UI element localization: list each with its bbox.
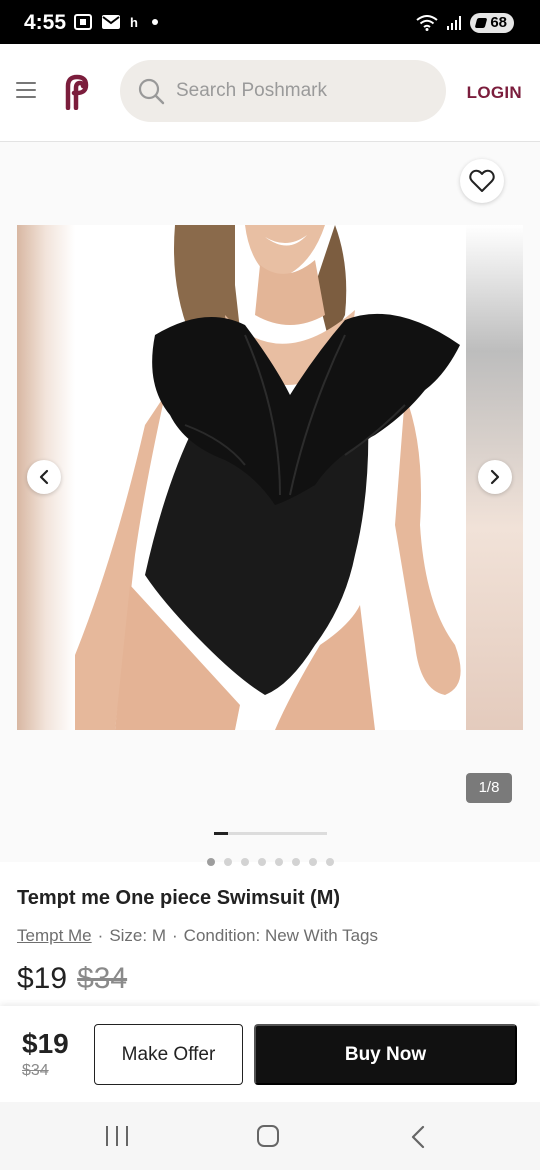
original-price: $34 <box>77 962 128 995</box>
meta-separator: · <box>172 926 178 945</box>
back-icon[interactable] <box>408 1124 428 1150</box>
condition-label: Condition: New With Tags <box>183 926 379 945</box>
status-icons-right: 68 <box>416 13 514 33</box>
image-pagination-dots <box>207 858 334 866</box>
image-gallery: 1/8 <box>0 142 540 862</box>
bottom-original-price: $34 <box>22 1062 49 1079</box>
home-icon[interactable] <box>257 1125 279 1147</box>
bottom-price: $19 <box>22 1028 69 1059</box>
poshmark-logo-icon[interactable] <box>60 74 94 110</box>
battery-indicator: 68 <box>470 13 514 33</box>
wifi-icon <box>416 15 438 31</box>
bottom-action-bar: $19 $34 Make Offer Buy Now <box>0 1006 540 1102</box>
heart-icon <box>469 169 495 192</box>
listing-meta: Tempt Me · Size: M · Condition: New With Tag… <box>17 926 378 946</box>
gallery-scroll-track[interactable] <box>214 832 327 835</box>
app-header: Search Poshmark LOGIN <box>0 44 540 142</box>
listing-title: Tempt me One piece Swimsuit (M) <box>17 887 341 909</box>
notification-h-icon: h <box>130 14 138 30</box>
like-button[interactable] <box>460 159 504 203</box>
screenshot-icon <box>74 14 92 30</box>
pagination-dot[interactable] <box>309 858 317 866</box>
status-time: 4:55 <box>24 11 67 34</box>
chevron-left-icon <box>39 469 49 485</box>
product-image[interactable] <box>75 225 466 730</box>
signal-icon <box>447 16 462 30</box>
current-price: $19 <box>17 962 68 995</box>
pagination-dot[interactable] <box>275 858 283 866</box>
login-link[interactable]: LOGIN <box>467 83 522 103</box>
chevron-right-icon <box>490 469 500 485</box>
status-icons-left: h <box>74 14 158 30</box>
next-image-button[interactable] <box>478 460 512 494</box>
status-bar: 4:55 h 68 <box>0 0 540 44</box>
pagination-dot[interactable] <box>207 858 215 866</box>
brand-link[interactable]: Tempt Me <box>17 926 92 945</box>
product-photo-illustration <box>75 225 466 730</box>
recent-apps-icon[interactable] <box>106 1126 128 1146</box>
notification-dot-icon <box>151 19 158 25</box>
gallery-scroll-thumb[interactable] <box>214 832 228 835</box>
previous-image-button[interactable] <box>27 460 61 494</box>
mail-icon <box>102 15 120 29</box>
pagination-dot[interactable] <box>241 858 249 866</box>
pagination-dot[interactable] <box>292 858 300 866</box>
search-input[interactable]: Search Poshmark <box>120 60 446 122</box>
pagination-dot[interactable] <box>258 858 266 866</box>
search-icon <box>138 78 165 105</box>
meta-separator: · <box>97 926 104 945</box>
listing-price: $19 $34 <box>17 962 127 996</box>
menu-icon[interactable] <box>16 82 36 98</box>
make-offer-button[interactable]: Make Offer <box>94 1024 243 1085</box>
pagination-dot[interactable] <box>224 858 232 866</box>
system-navigation-bar <box>0 1102 540 1170</box>
size-label: Size: M <box>109 926 166 945</box>
pagination-dot[interactable] <box>326 858 334 866</box>
image-counter-badge: 1/8 <box>466 773 512 803</box>
buy-now-button[interactable]: Buy Now <box>254 1024 517 1085</box>
search-placeholder: Search Poshmark <box>176 80 328 101</box>
